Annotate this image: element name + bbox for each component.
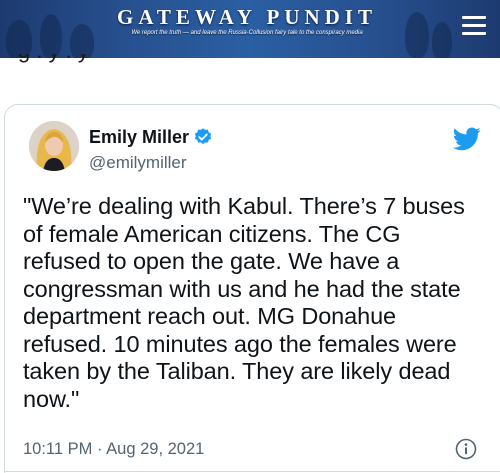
avatar[interactable] bbox=[29, 121, 79, 171]
twitter-bird-icon[interactable] bbox=[452, 127, 481, 151]
tweet-text-line: now." bbox=[23, 385, 80, 412]
tweet-text-line: "We’re dealing with Kabul. There’s 7 bus… bbox=[23, 193, 465, 219]
tweet-text-line: congressman with us and he had the state bbox=[23, 275, 461, 302]
embedded-tweet[interactable]: Emily Miller @emilymiller "We’re dealing… bbox=[4, 104, 500, 473]
verified-badge-icon bbox=[193, 127, 213, 147]
tweet-text-line: department reach out. MG Donahue bbox=[23, 303, 397, 329]
tweet-text-line: taken by the Taliban. They are likely de… bbox=[23, 358, 451, 384]
author-name[interactable]: Emily Miller bbox=[89, 127, 189, 148]
site-logo[interactable]: GATEWAY PUNDIT bbox=[82, 5, 412, 30]
tweet-text: "We’re dealing with Kabul. There’s 7 bus… bbox=[23, 193, 493, 413]
tweet-text-line: refused to open the gate. We have a bbox=[23, 248, 400, 274]
site-header: GATEWAY PUNDIT We report the truth — and… bbox=[0, 0, 500, 58]
tweet-text-line: refused. 10 minutes ago the females were bbox=[23, 330, 457, 357]
site-tagline: We report the truth — and leave the Russ… bbox=[131, 30, 363, 36]
article-text-fragment: g . y . y bbox=[18, 54, 488, 64]
article-text-fragment-content: g . y . y bbox=[18, 54, 89, 63]
tweet-timestamp[interactable]: 10:11 PM · Aug 29, 2021 bbox=[23, 440, 204, 459]
tweet-footer-divider bbox=[5, 471, 500, 472]
page: GATEWAY PUNDIT We report the truth — and… bbox=[0, 0, 500, 473]
tweet-text-line: of female American citizens. The CG bbox=[23, 220, 401, 247]
author-handle[interactable]: @emilymiller bbox=[89, 153, 187, 173]
info-icon[interactable] bbox=[455, 438, 477, 460]
hamburger-menu-icon[interactable] bbox=[462, 14, 486, 38]
